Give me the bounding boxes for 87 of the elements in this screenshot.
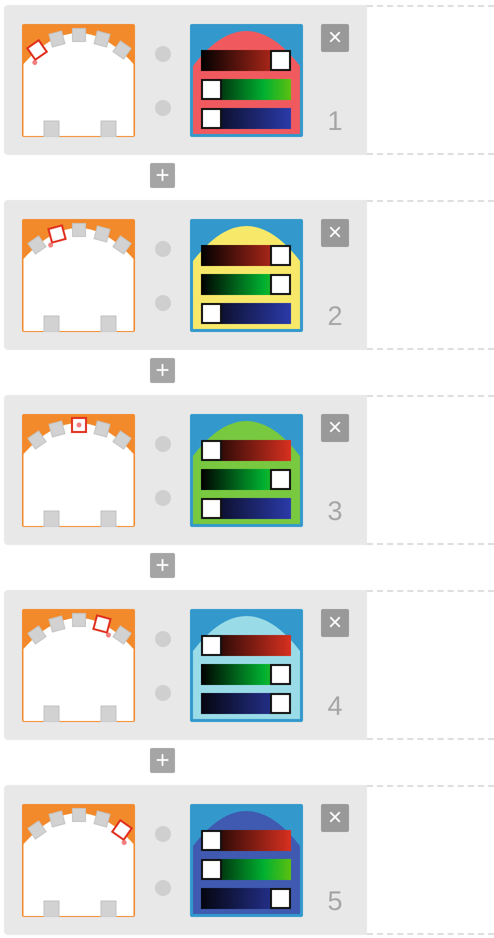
connector-dot[interactable] bbox=[154, 880, 170, 896]
foot-marker bbox=[44, 900, 60, 917]
close-button[interactable]: × bbox=[321, 804, 349, 832]
slider-thumb[interactable] bbox=[270, 274, 291, 295]
led-marker[interactable] bbox=[47, 224, 67, 248]
led-marker[interactable] bbox=[27, 625, 47, 645]
color-slider[interactable] bbox=[201, 79, 291, 100]
led-marker[interactable] bbox=[112, 430, 132, 450]
color-slider[interactable] bbox=[201, 245, 291, 266]
color-slider[interactable] bbox=[201, 664, 291, 685]
led-marker[interactable] bbox=[93, 810, 111, 828]
connector-dot[interactable] bbox=[154, 241, 170, 257]
led-marker[interactable] bbox=[27, 820, 47, 840]
slider-thumb[interactable] bbox=[270, 693, 291, 714]
foot-marker bbox=[100, 120, 116, 137]
slider-thumb[interactable] bbox=[270, 469, 291, 490]
close-button[interactable]: × bbox=[321, 609, 349, 637]
connector-dot[interactable] bbox=[154, 490, 170, 506]
led-marker[interactable] bbox=[72, 808, 86, 822]
led-marker[interactable] bbox=[72, 613, 86, 627]
led-marker[interactable] bbox=[48, 420, 66, 438]
connector-dot[interactable] bbox=[154, 295, 170, 311]
slider-thumb[interactable] bbox=[201, 79, 222, 100]
step-number: 1 bbox=[327, 108, 343, 137]
add-button[interactable]: + bbox=[150, 748, 175, 773]
led-marker[interactable] bbox=[93, 225, 111, 243]
connector-dot[interactable] bbox=[154, 826, 170, 842]
step-number: 4 bbox=[327, 693, 343, 722]
led-marker[interactable] bbox=[71, 417, 87, 433]
led-marker[interactable] bbox=[93, 30, 111, 48]
slider-thumb[interactable] bbox=[201, 440, 222, 461]
color-slider[interactable] bbox=[201, 469, 291, 490]
led-marker[interactable] bbox=[48, 30, 66, 48]
slider-thumb[interactable] bbox=[201, 498, 222, 519]
foot-marker bbox=[100, 510, 116, 527]
close-button[interactable]: × bbox=[321, 24, 349, 52]
slider-thumb[interactable] bbox=[201, 303, 222, 324]
color-slider[interactable] bbox=[201, 303, 291, 324]
slider-thumb[interactable] bbox=[270, 888, 291, 909]
slider-thumb[interactable] bbox=[270, 245, 291, 266]
close-button[interactable]: × bbox=[321, 414, 349, 442]
color-slider[interactable] bbox=[201, 498, 291, 519]
foot-marker bbox=[44, 316, 60, 332]
slider-thumb[interactable] bbox=[270, 664, 291, 685]
slider-thumb[interactable] bbox=[201, 830, 222, 851]
foot-marker bbox=[100, 900, 116, 917]
led-marker[interactable] bbox=[112, 40, 132, 60]
close-button[interactable]: × bbox=[321, 219, 349, 247]
color-slider[interactable] bbox=[201, 693, 291, 714]
slider-thumb[interactable] bbox=[201, 859, 222, 880]
led-marker[interactable] bbox=[72, 223, 86, 237]
color-slider[interactable] bbox=[201, 440, 291, 461]
connector-dot[interactable] bbox=[154, 46, 170, 62]
color-slider[interactable] bbox=[201, 830, 291, 851]
step-number: 5 bbox=[327, 888, 343, 917]
color-slider[interactable] bbox=[201, 888, 291, 909]
add-button[interactable]: + bbox=[150, 358, 175, 383]
add-button[interactable]: + bbox=[150, 553, 175, 578]
connector-dot[interactable] bbox=[154, 436, 170, 452]
led-marker[interactable] bbox=[48, 615, 66, 633]
color-slider[interactable] bbox=[201, 635, 291, 656]
slider-thumb[interactable] bbox=[270, 50, 291, 71]
color-slider[interactable] bbox=[201, 50, 291, 71]
slider-thumb[interactable] bbox=[201, 108, 222, 129]
color-slider[interactable] bbox=[201, 274, 291, 295]
led-marker[interactable] bbox=[112, 235, 132, 255]
slider-thumb[interactable] bbox=[201, 635, 222, 656]
foot-marker bbox=[44, 510, 60, 527]
color-slider[interactable] bbox=[201, 108, 291, 129]
led-marker[interactable] bbox=[72, 28, 86, 42]
foot-marker bbox=[44, 120, 60, 137]
led-marker[interactable] bbox=[27, 235, 47, 255]
connector-dot[interactable] bbox=[154, 631, 170, 647]
led-marker[interactable] bbox=[93, 420, 111, 438]
led-marker[interactable] bbox=[48, 810, 66, 828]
led-marker[interactable] bbox=[27, 430, 47, 450]
step-number: 3 bbox=[327, 498, 343, 527]
connector-dot[interactable] bbox=[154, 100, 170, 116]
add-button[interactable]: + bbox=[150, 163, 175, 188]
led-marker[interactable] bbox=[92, 614, 112, 638]
color-slider[interactable] bbox=[201, 859, 291, 880]
led-marker[interactable] bbox=[112, 625, 132, 645]
foot-marker bbox=[100, 706, 116, 722]
foot-marker bbox=[44, 706, 60, 722]
connector-dot[interactable] bbox=[154, 685, 170, 701]
foot-marker bbox=[100, 316, 116, 332]
step-number: 2 bbox=[327, 303, 343, 332]
